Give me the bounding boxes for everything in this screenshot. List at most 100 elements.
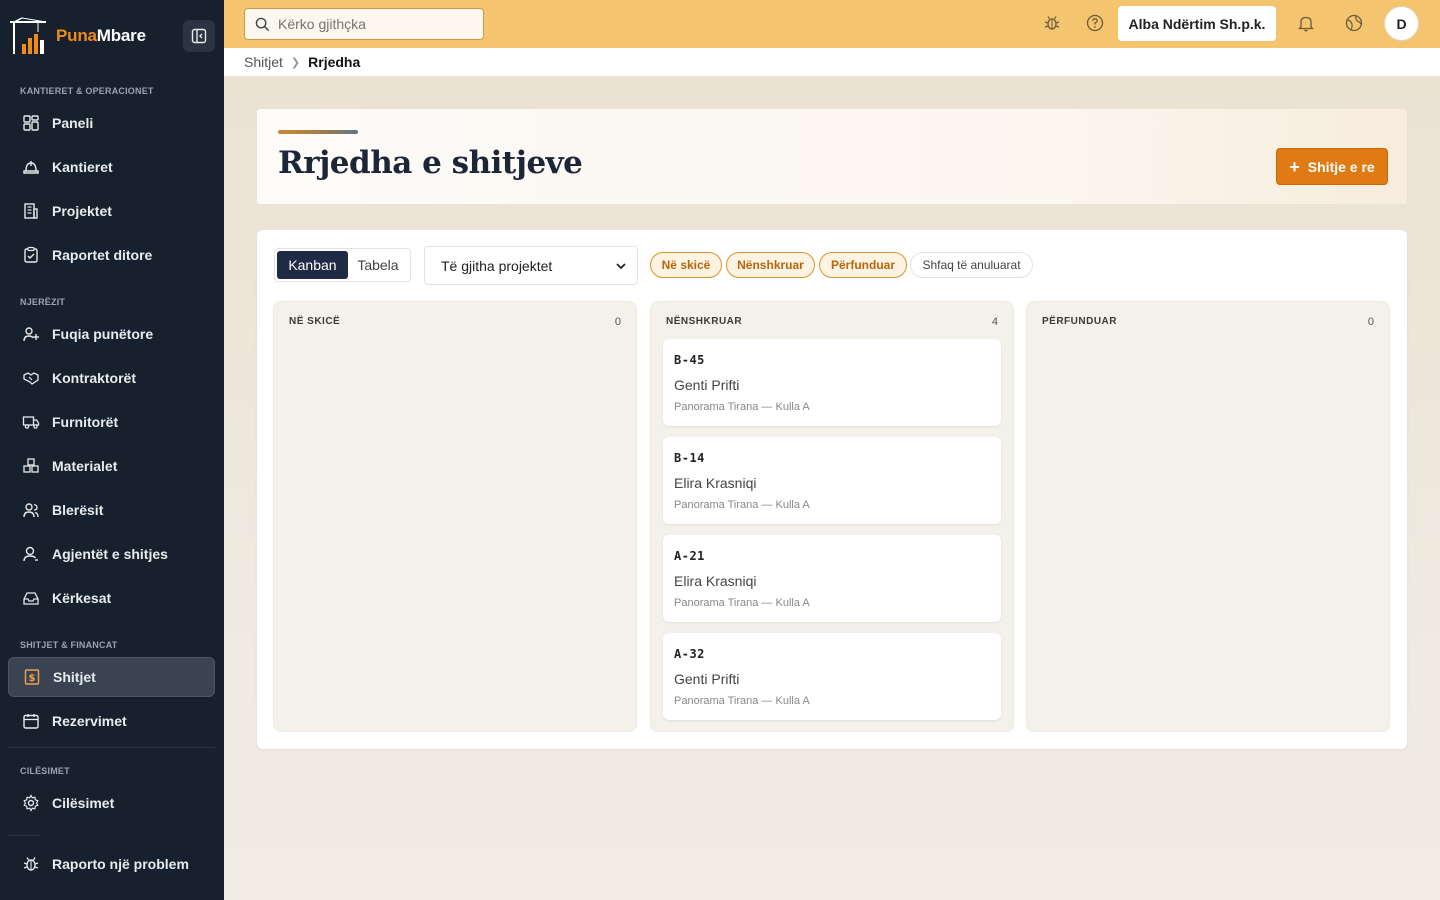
logo-text: PunaMbare	[56, 26, 146, 46]
column-title: PËRFUNDUAR	[1042, 316, 1117, 327]
calendar-icon	[23, 714, 39, 729]
sidebar-item-label: Fuqia punëtore	[52, 326, 154, 342]
deal-card[interactable]: A-21 Elira Krasniqi Panorama Tirana — Ku…	[663, 535, 1001, 622]
handshake-icon	[23, 372, 39, 385]
sidebar-item-report-problem[interactable]: Raporto një problem	[8, 844, 215, 884]
sidebar-item-materialet[interactable]: Materialet	[8, 446, 215, 486]
sidebar: PunaMbare KANTIERET & OPERACIONET Paneli…	[0, 0, 224, 900]
sidebar-item-cilesimet[interactable]: Cilësimet	[8, 783, 215, 823]
section-label-sales: SHITJET & FINANCAT	[20, 640, 118, 650]
help-button[interactable]	[1084, 12, 1106, 34]
sidebar-divider-short	[8, 835, 40, 836]
deal-card[interactable]: B-45 Genti Prifti Panorama Tirana — Kull…	[663, 339, 1001, 426]
column-title: NË SKICË	[289, 316, 341, 327]
section-label-operations: KANTIERET & OPERACIONET	[20, 86, 154, 96]
kanban-board-card: Kanban Tabela Të gjitha projektet Në ski…	[257, 230, 1407, 749]
search-input[interactable]	[278, 16, 468, 32]
logo-text-part2: Mbare	[96, 26, 146, 45]
section-label-settings: CILËSIMET	[20, 766, 70, 776]
collapse-sidebar-button[interactable]	[183, 20, 215, 52]
user-plus-icon	[23, 327, 39, 342]
bug-report-button[interactable]	[1041, 12, 1063, 34]
search-icon	[255, 17, 270, 31]
avatar[interactable]: D	[1384, 6, 1419, 41]
deal-project: Panorama Tirana — Kulla A	[674, 499, 810, 511]
title-accent-line	[278, 130, 358, 134]
help-icon	[1086, 14, 1104, 32]
project-filter-select[interactable]: Të gjitha projektet	[424, 246, 638, 285]
sidebar-item-bleresit[interactable]: Blerësit	[8, 490, 215, 530]
column-count: 4	[991, 316, 998, 328]
sidebar-item-kantieret[interactable]: Kantieret	[8, 147, 215, 187]
plus-icon: +	[1289, 156, 1300, 177]
sidebar-collapse-icon	[191, 28, 207, 44]
inbox-icon	[23, 592, 39, 605]
sidebar-item-label: Materialet	[52, 458, 118, 474]
status-chip-perfunduar[interactable]: Përfunduar	[819, 252, 907, 278]
language-button[interactable]	[1343, 12, 1365, 34]
bug-icon	[1044, 16, 1060, 30]
sidebar-item-fuqia-punetore[interactable]: Fuqia punëtore	[8, 314, 215, 354]
gear-icon	[23, 794, 39, 812]
building-icon	[24, 203, 38, 219]
sidebar-item-label: Cilësimet	[52, 795, 115, 811]
deal-buyer-name: Genti Prifti	[674, 671, 740, 687]
crane-logo-icon	[8, 16, 50, 56]
sidebar-item-raportet-ditore[interactable]: Raportet ditore	[8, 235, 215, 275]
sidebar-item-label: Kontraktorët	[52, 370, 137, 386]
breadcrumb-current: Rrjedha	[308, 54, 361, 70]
project-filter-value: Të gjitha projektet	[441, 257, 553, 274]
view-option-kanban[interactable]: Kanban	[277, 251, 348, 279]
sidebar-item-agjentet[interactable]: Agjentët e shitjes	[8, 534, 215, 574]
sidebar-item-label: Blerësit	[52, 502, 104, 518]
globe-icon	[1345, 14, 1363, 32]
bell-icon	[1297, 16, 1315, 32]
show-cancelled-toggle[interactable]: Shfaq të anuluarat	[910, 252, 1033, 278]
deal-unit-code: A-32	[674, 647, 705, 661]
notifications-button[interactable]	[1295, 12, 1317, 34]
status-chip-nenshkruar[interactable]: Nënshkruar	[726, 252, 815, 278]
deal-buyer-name: Elira Krasniqi	[674, 475, 757, 491]
users-icon	[23, 503, 39, 518]
sidebar-item-shitjet[interactable]: $ Shitjet	[8, 657, 215, 697]
deal-project: Panorama Tirana — Kulla A	[674, 597, 810, 609]
breadcrumb: Shitjet ❯ Rrjedha	[224, 48, 1440, 77]
kanban-column-ne-skice: NË SKICË 0	[273, 301, 637, 732]
search-box[interactable]	[244, 8, 484, 40]
chevron-down-icon	[616, 262, 626, 269]
new-sale-button[interactable]: + Shitje e re	[1276, 148, 1388, 185]
view-option-tabela[interactable]: Tabela	[348, 251, 408, 279]
new-sale-button-label: Shitje e re	[1307, 158, 1375, 175]
sidebar-item-label: Rezervimet	[52, 713, 127, 729]
section-label-people: NJERËZIT	[20, 297, 66, 307]
sidebar-item-label: Shitjet	[53, 669, 96, 685]
view-toggle: Kanban Tabela	[274, 248, 411, 282]
deal-card[interactable]: A-32 Genti Prifti Panorama Tirana — Kull…	[663, 633, 1001, 720]
column-count: 0	[614, 316, 621, 328]
boxes-icon	[23, 458, 39, 473]
sidebar-item-kerkesat[interactable]: Kërkesat	[8, 578, 215, 618]
breadcrumb-link-shitjet[interactable]: Shitjet	[244, 54, 283, 70]
deal-buyer-name: Genti Prifti	[674, 377, 740, 393]
sidebar-item-kontraktoret[interactable]: Kontraktorët	[8, 358, 215, 398]
svg-text:$: $	[29, 673, 36, 684]
status-chip-ne-skice[interactable]: Në skicë	[650, 252, 722, 278]
page-title: Rrjedha e shitjeve	[278, 145, 583, 181]
chevron-right-icon: ❯	[290, 56, 301, 69]
clipboard-icon	[24, 246, 38, 263]
sidebar-item-paneli[interactable]: Paneli	[8, 103, 215, 143]
logo[interactable]: PunaMbare	[8, 16, 146, 56]
topbar: Alba Ndërtim Sh.p.k. D	[224, 0, 1440, 48]
sidebar-item-label: Kërkesat	[52, 590, 112, 606]
company-switcher-button[interactable]: Alba Ndërtim Sh.p.k.	[1118, 6, 1276, 41]
sidebar-item-projektet[interactable]: Projektet	[8, 191, 215, 231]
sidebar-item-furnitoret[interactable]: Furnitorët	[8, 402, 215, 442]
kanban-column-nenshkruar: NËNSHKRUAR 4 B-45 Genti Prifti Panorama …	[650, 301, 1014, 732]
sidebar-item-label: Agjentët e shitjes	[52, 546, 168, 562]
deal-unit-code: A-21	[674, 549, 705, 563]
deal-unit-code: B-14	[674, 451, 705, 465]
sidebar-item-label: Kantieret	[52, 159, 113, 175]
deal-project: Panorama Tirana — Kulla A	[674, 401, 810, 413]
deal-card[interactable]: B-14 Elira Krasniqi Panorama Tirana — Ku…	[663, 437, 1001, 524]
sidebar-item-rezervimet[interactable]: Rezervimet	[8, 701, 215, 741]
